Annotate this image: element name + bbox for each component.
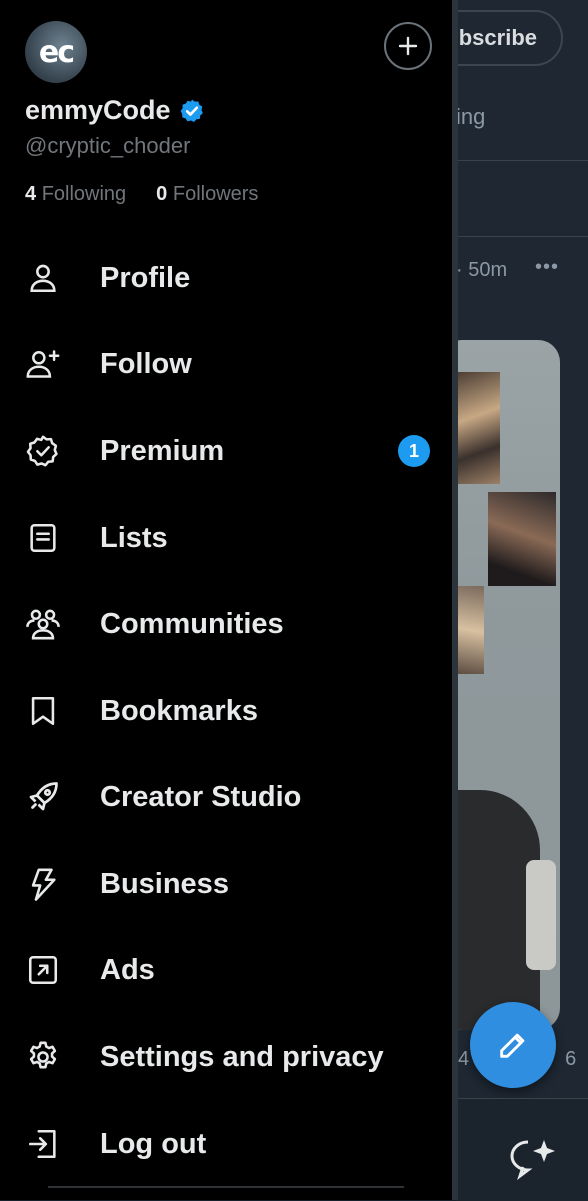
divider [456,236,588,237]
notification-badge: 1 [398,435,430,467]
post-image[interactable] [440,340,560,1030]
person-add-icon [24,345,62,383]
compose-button[interactable] [470,1002,556,1088]
followers-link[interactable]: 0 Followers [156,183,258,206]
menu-label: Follow [100,347,192,380]
followers-count: 0 [156,183,168,205]
avatar[interactable]: ec [25,21,87,83]
display-name[interactable]: emmyCode [25,95,205,126]
compose-icon [500,1033,525,1058]
post-more-icon[interactable]: ••• [535,256,559,279]
menu-item-bookmarks[interactable]: Bookmarks [0,671,452,751]
menu-label: Business [100,867,229,900]
menu-label: Profile [100,261,191,294]
menu-label: Log out [100,1127,207,1160]
gear-icon [24,1038,62,1076]
divider [48,1186,404,1188]
menu-label: Premium [100,434,225,467]
wall-photo [456,586,484,674]
verified-badge-icon [24,432,62,470]
following-link[interactable]: 4 Following [25,183,126,206]
menu-item-settings[interactable]: Settings and privacy [0,1017,452,1097]
bookmark-icon [24,692,62,730]
following-label: Following [41,183,127,205]
rocket-icon [24,778,62,816]
user-handle: @cryptic_choder [25,133,191,158]
chair-shape [526,860,556,970]
menu-label: Lists [100,521,168,554]
list-icon [24,519,62,557]
followers-label: Followers [172,183,259,205]
follow-counts: 4 Following 0 Followers [25,183,258,206]
verified-icon [180,99,203,122]
display-name-text: emmyCode [25,95,171,125]
menu-label: Bookmarks [100,694,258,727]
menu-label: Communities [100,607,284,640]
menu-item-business[interactable]: Business [0,844,452,924]
menu-item-lists[interactable]: Lists [0,498,452,578]
timeline-tab-label[interactable]: ing [456,104,485,130]
post-stat-count: 4 [458,1048,470,1070]
logout-icon [24,1125,62,1163]
plus-icon [398,36,418,56]
menu-item-logout[interactable]: Log out [0,1104,452,1184]
person-icon [24,259,62,297]
post-time: · 50m [456,259,508,281]
menu-item-ads[interactable]: Ads [0,930,452,1010]
wall-photo [456,372,500,484]
menu-item-communities[interactable]: Communities [0,584,452,664]
divider [456,160,588,161]
lightning-icon [24,865,62,903]
menu-item-follow[interactable]: Follow [0,324,452,404]
avatar-initials: ec [38,34,75,70]
menu-item-profile[interactable]: Profile [0,238,452,318]
menu-item-creator-studio[interactable]: Creator Studio [0,757,452,837]
drawer-edge [452,0,458,1200]
menu-label: Creator Studio [100,780,302,813]
navigation-drawer: ec emmyCode @cryptic_choder 4 Following … [0,0,452,1200]
ads-arrow-icon [24,951,62,989]
grok-icon[interactable] [508,1134,558,1185]
following-count: 4 [25,183,37,205]
menu-label: Ads [100,953,155,986]
add-account-button[interactable] [384,22,432,70]
menu-label: Settings and privacy [100,1040,384,1073]
post-stat-count: 6 [565,1048,577,1070]
wall-photo [488,492,556,586]
menu-item-premium[interactable]: Premium 1 [0,411,452,491]
communities-icon [24,605,62,643]
